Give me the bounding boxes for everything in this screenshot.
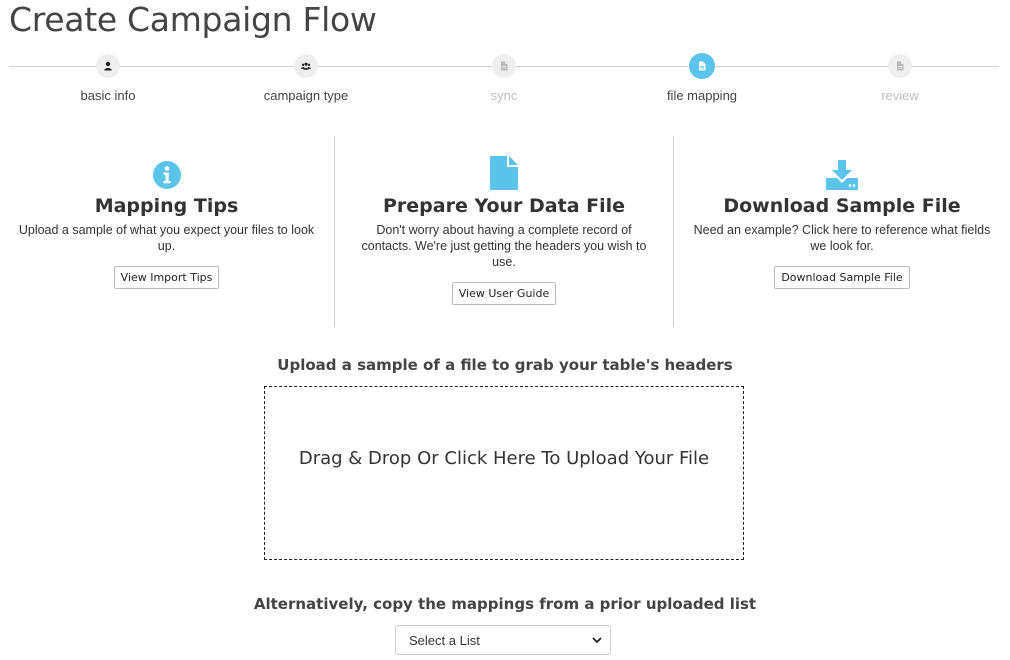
upload-heading: Upload a sample of a file to grab your t… xyxy=(277,356,733,374)
view-import-tips-button[interactable]: View Import Tips xyxy=(113,266,220,289)
step-label: campaign type xyxy=(263,88,349,103)
progress-stepper: basic info campaign type sync file mappi… xyxy=(0,54,1010,114)
file-icon xyxy=(492,54,516,78)
dropzone-text: Drag & Drop Or Click Here To Upload Your… xyxy=(298,447,710,469)
panel-title: Mapping Tips xyxy=(94,195,239,217)
file-icon xyxy=(888,54,912,78)
step-label: file mapping xyxy=(666,88,738,103)
panel-title: Download Sample File xyxy=(723,195,961,217)
step-review[interactable]: review xyxy=(820,54,980,103)
download-icon xyxy=(674,150,1010,190)
step-file-mapping[interactable]: file mapping xyxy=(622,54,782,103)
user-icon xyxy=(96,54,120,78)
step-sync[interactable]: sync xyxy=(424,54,584,103)
step-label: review xyxy=(881,88,919,103)
panel-title: Prepare Your Data File xyxy=(382,195,626,217)
download-sample-panel: Download Sample File Need an example? Cl… xyxy=(674,136,1010,326)
file-icon xyxy=(690,54,714,78)
panel-description: Don't worry about having a complete reco… xyxy=(361,223,647,269)
step-label: basic info xyxy=(80,88,136,103)
info-icon xyxy=(0,150,333,190)
panel-description: Need an example? Click here to reference… xyxy=(693,223,991,253)
step-campaign-type[interactable]: campaign type xyxy=(226,54,386,103)
download-sample-file-button[interactable]: Download Sample File xyxy=(774,266,910,289)
step-label: sync xyxy=(490,88,518,103)
mapping-tips-panel: Mapping Tips Upload a sample of what you… xyxy=(0,136,333,326)
file-dropzone[interactable]: Drag & Drop Or Click Here To Upload Your… xyxy=(264,386,744,560)
prepare-data-panel: Prepare Your Data File Don't worry about… xyxy=(335,136,673,326)
list-select-value: Select a List xyxy=(409,632,480,648)
panel-description: Upload a sample of what you expect your … xyxy=(18,223,315,253)
chevron-down-icon xyxy=(592,637,602,644)
alternative-heading: Alternatively, copy the mappings from a … xyxy=(253,595,757,613)
step-basic-info[interactable]: basic info xyxy=(28,54,188,103)
view-user-guide-button[interactable]: View User Guide xyxy=(451,282,557,305)
document-icon xyxy=(335,150,673,190)
page-title: Create Campaign Flow xyxy=(9,0,377,39)
list-select[interactable]: Select a List xyxy=(395,625,611,655)
users-icon xyxy=(294,54,318,78)
